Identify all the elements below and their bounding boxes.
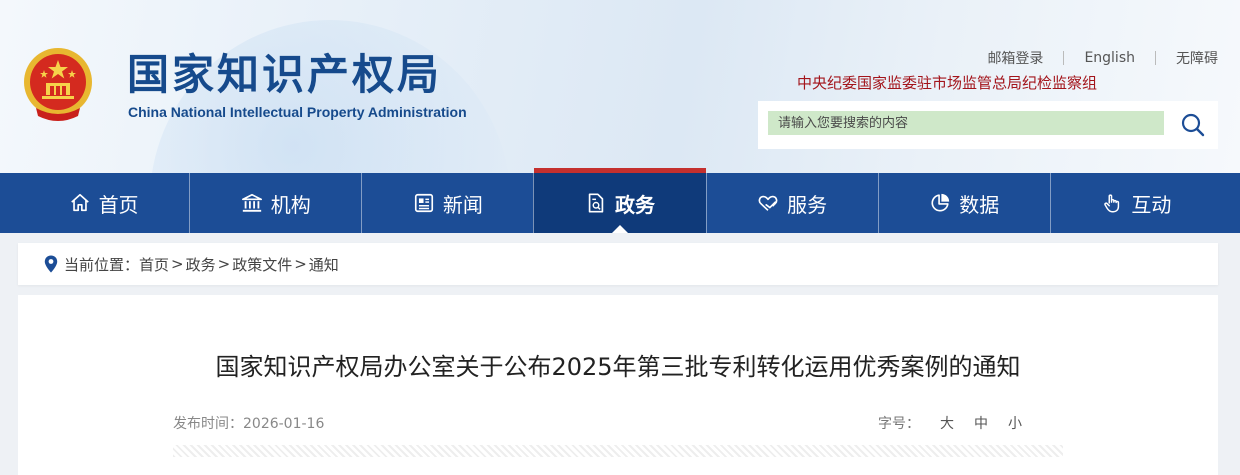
publish-date-label: 发布时间： — [173, 416, 243, 432]
breadcrumb-prefix: 当前位置： — [64, 255, 140, 274]
national-emblem-logo[interactable] — [22, 46, 94, 122]
font-size-control: 字号： 大 中 小 — [878, 413, 1022, 433]
font-size-small-button[interactable]: 小 — [1008, 413, 1022, 433]
news-icon — [414, 193, 433, 213]
nav-label: 机构 — [270, 192, 311, 217]
watchdog-link[interactable]: 中央纪委国家监委驻市场监管总局纪检监察组 — [797, 72, 1097, 93]
hand-pointer-icon — [1104, 194, 1120, 213]
font-size-medium-button[interactable]: 中 — [974, 413, 988, 433]
search-box — [758, 101, 1218, 149]
site-name-english: China National Intellectual Property Adm… — [128, 104, 467, 120]
article-title: 国家知识产权局办公室关于公布2025年第三批专利转化运用优秀案例的通知 — [215, 353, 1021, 381]
nav-item-institutions[interactable]: 机构 — [189, 173, 361, 233]
publish-date: 发布时间：2026-01-16 — [173, 413, 324, 433]
breadcrumb-home[interactable]: 首页 — [139, 254, 169, 275]
heart-hand-icon — [758, 195, 778, 211]
nav-item-data[interactable]: 数据 — [877, 173, 1050, 233]
nav-edge — [0, 173, 18, 233]
nav-label: 数据 — [959, 192, 1000, 217]
nav-label: 新闻 — [442, 192, 483, 217]
search-input[interactable] — [768, 111, 1164, 135]
article-panel: 国家知识产权局办公室关于公布2025年第三批专利转化运用优秀案例的通知 发布时间… — [18, 295, 1218, 475]
nav-label: 政务 — [614, 192, 655, 217]
search-button[interactable] — [1178, 110, 1208, 140]
breadcrumb-notice[interactable]: 通知 — [309, 254, 339, 275]
home-icon — [70, 193, 89, 212]
nav-item-interaction[interactable]: 互动 — [1049, 173, 1222, 233]
accessibility-link[interactable]: 无障碍 — [1176, 48, 1218, 68]
site-name: 国家知识产权局 — [127, 50, 443, 99]
nav-edge — [1222, 173, 1240, 233]
location-pin-icon — [44, 255, 58, 273]
divider — [1155, 51, 1156, 65]
search-icon — [1181, 113, 1205, 137]
breadcrumb-policy-documents[interactable]: 政策文件 — [232, 254, 292, 275]
breadcrumb-separator: > — [171, 255, 184, 273]
nav-item-home[interactable]: 首页 — [18, 173, 189, 233]
pie-chart-icon — [931, 193, 950, 212]
breadcrumb-separator: > — [217, 255, 231, 273]
nav-label: 互动 — [1131, 192, 1172, 217]
nav-item-government-affairs[interactable]: 政务 — [533, 168, 706, 233]
document-icon — [588, 193, 604, 213]
nav-item-news[interactable]: 新闻 — [361, 173, 533, 233]
english-link[interactable]: English — [1084, 50, 1135, 66]
breadcrumb-separator: > — [294, 255, 307, 273]
hatched-divider — [173, 445, 1063, 457]
nav-label: 服务 — [787, 192, 828, 217]
font-size-label: 字号： — [878, 416, 920, 432]
site-header: 国家知识产权局 China National Intellectual Prop… — [0, 0, 1240, 173]
font-size-large-button[interactable]: 大 — [940, 413, 954, 433]
top-links: 邮箱登录 English 无障碍 — [987, 48, 1218, 68]
nav-item-services[interactable]: 服务 — [705, 173, 878, 233]
email-login-link[interactable]: 邮箱登录 — [987, 48, 1043, 68]
building-icon — [241, 193, 262, 212]
nav-label: 首页 — [98, 192, 139, 217]
publish-date-value: 2026-01-16 — [243, 416, 325, 432]
divider — [1063, 51, 1065, 65]
breadcrumb: 当前位置： 首页 > 政务 > 政策文件 > 通知 — [18, 243, 1218, 285]
breadcrumb-government-affairs[interactable]: 政务 — [186, 254, 216, 275]
main-nav: 首页 机构 新闻 政务 服务 数据 互动 — [18, 168, 1222, 233]
